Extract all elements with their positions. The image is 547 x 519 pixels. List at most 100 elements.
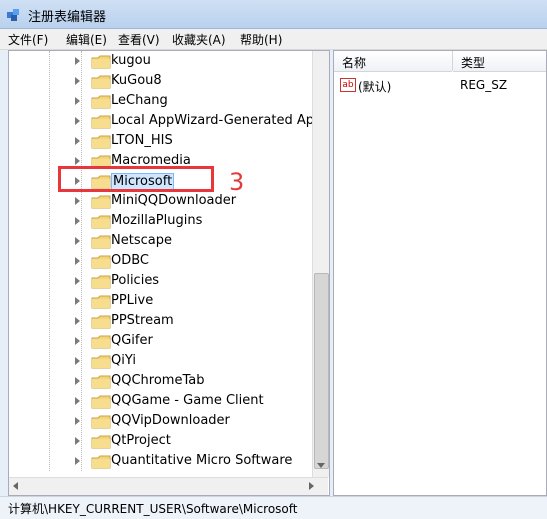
string-value-icon: ab <box>340 78 356 92</box>
expand-arrow-icon[interactable] <box>75 217 80 225</box>
tree-item[interactable]: ODBC <box>9 251 319 271</box>
expand-arrow-icon[interactable] <box>75 157 80 165</box>
expand-arrow-icon[interactable] <box>75 357 80 365</box>
folder-icon <box>91 375 111 389</box>
tree-item-label: QtProject <box>111 433 171 448</box>
tree-item[interactable]: QQGame - Game Client <box>9 391 319 411</box>
folder-icon <box>91 335 111 349</box>
value-row[interactable]: ab (默认) REG_SZ <box>334 75 544 95</box>
expand-arrow-icon[interactable] <box>75 257 80 265</box>
tree-item-label: QQGame - Game Client <box>111 393 264 408</box>
expand-arrow-icon[interactable] <box>75 77 80 85</box>
tree-item[interactable]: QtProject <box>9 431 319 451</box>
folder-icon <box>91 435 111 449</box>
folder-icon <box>91 115 111 129</box>
tree-item-label: PPLive <box>111 293 154 308</box>
folder-icon <box>91 195 111 209</box>
folder-icon <box>91 295 111 309</box>
values-pane[interactable]: 名称 类型 ab (默认) REG_SZ <box>333 50 547 496</box>
tree-item-label: kugou <box>111 53 151 68</box>
expand-arrow-icon[interactable] <box>75 457 80 465</box>
menu-bar: 文件(F) 编辑(E) 查看(V) 收藏夹(A) 帮助(H) <box>0 29 547 50</box>
folder-icon <box>91 55 111 69</box>
tree-item[interactable]: Policies <box>9 271 319 291</box>
expand-arrow-icon[interactable] <box>75 277 80 285</box>
tree-item[interactable]: PPStream <box>9 311 319 331</box>
tree-item[interactable]: Quantitative Micro Software <box>9 451 319 471</box>
tree-item[interactable]: MozillaPlugins <box>9 211 319 231</box>
column-header-name[interactable]: 名称 <box>334 51 452 72</box>
expand-arrow-icon[interactable] <box>75 397 80 405</box>
menu-edit[interactable]: 编辑(E) <box>66 31 107 48</box>
tree-item-label: QQVipDownloader <box>111 413 230 428</box>
tree-item[interactable]: MiniQQDownloader <box>9 191 319 211</box>
tree-scroll-thumb[interactable] <box>314 273 329 469</box>
scroll-left-arrow-icon[interactable] <box>13 482 18 490</box>
folder-icon <box>91 275 111 289</box>
tree-item-label: QiYi <box>111 353 136 368</box>
regedit-icon <box>7 9 19 21</box>
tree-item[interactable]: QGifer <box>9 331 319 351</box>
folder-icon <box>91 135 111 149</box>
folder-icon <box>91 395 111 409</box>
tree-item[interactable]: Local AppWizard-Generated Appli <box>9 111 329 131</box>
folder-icon <box>91 75 111 89</box>
column-type-label: 类型 <box>461 56 486 70</box>
tree-vertical-scrollbar[interactable] <box>312 51 329 477</box>
menu-file[interactable]: 文件(F) <box>8 31 48 48</box>
expand-arrow-icon[interactable] <box>75 117 80 125</box>
scroll-right-arrow-icon[interactable] <box>309 482 314 490</box>
value-name: (默认) <box>358 80 392 94</box>
tree-item[interactable]: PPLive <box>9 291 319 311</box>
expand-arrow-icon[interactable] <box>75 97 80 105</box>
tree-item[interactable]: QiYi <box>9 351 319 371</box>
annotation-highlight-box <box>58 166 214 192</box>
tree-item-label: KuGou8 <box>111 73 162 88</box>
tree-item[interactable]: Netscape <box>9 231 319 251</box>
expand-arrow-icon[interactable] <box>75 417 80 425</box>
folder-icon <box>91 315 111 329</box>
menu-favorites[interactable]: 收藏夹(A) <box>172 31 226 48</box>
tree-item[interactable]: QQVipDownloader <box>9 411 319 431</box>
tree-item-label: LTON_HIS <box>111 133 173 148</box>
tree-item[interactable]: KuGou8 <box>9 71 319 91</box>
tree-item-label: MozillaPlugins <box>111 213 203 228</box>
folder-icon <box>91 355 111 369</box>
tree-item-label: Local AppWizard-Generated Appli <box>111 113 330 128</box>
tree-item-label: PPStream <box>111 313 174 328</box>
column-header-type[interactable]: 类型 <box>453 51 546 72</box>
expand-arrow-icon[interactable] <box>75 317 80 325</box>
expand-arrow-icon[interactable] <box>75 237 80 245</box>
scroll-down-arrow-icon[interactable] <box>317 463 325 468</box>
window-title: 注册表编辑器 <box>28 10 107 25</box>
tree-item[interactable]: kugou <box>9 51 319 71</box>
tree-item-label: QGifer <box>111 333 153 348</box>
tree-item-label: ODBC <box>111 253 150 268</box>
tree-item-label: MiniQQDownloader <box>111 193 237 208</box>
tree-item-label: Policies <box>111 273 160 288</box>
registry-path: 计算机\HKEY_CURRENT_USER\Software\Microsoft <box>8 502 298 516</box>
folder-icon <box>91 235 111 249</box>
expand-arrow-icon[interactable] <box>75 337 80 345</box>
tree-item[interactable]: LTON_HIS <box>9 131 319 151</box>
expand-arrow-icon[interactable] <box>75 57 80 65</box>
tree-item-label: Quantitative Micro Software <box>111 453 293 468</box>
tree-item[interactable]: LeChang <box>9 91 319 111</box>
tree-horizontal-scrollbar[interactable] <box>9 477 328 495</box>
value-type: REG_SZ <box>460 78 508 92</box>
expand-arrow-icon[interactable] <box>75 197 80 205</box>
tree-item[interactable]: QQChromeTab <box>9 371 319 391</box>
menu-view[interactable]: 查看(V) <box>118 31 160 48</box>
expand-arrow-icon[interactable] <box>75 437 80 445</box>
title-bar: 注册表编辑器 <box>0 0 547 29</box>
expand-arrow-icon[interactable] <box>75 137 80 145</box>
folder-icon <box>91 255 111 269</box>
expand-arrow-icon[interactable] <box>75 377 80 385</box>
expand-arrow-icon[interactable] <box>75 297 80 305</box>
folder-icon <box>91 95 111 109</box>
tree-item-label: LeChang <box>111 93 168 108</box>
tree-pane[interactable]: kugou KuGou8 LeChang Local AppWizard-Genera… <box>8 50 330 496</box>
folder-icon <box>91 455 111 469</box>
annotation-step-number: 3 <box>229 168 245 196</box>
menu-help[interactable]: 帮助(H) <box>240 31 282 48</box>
